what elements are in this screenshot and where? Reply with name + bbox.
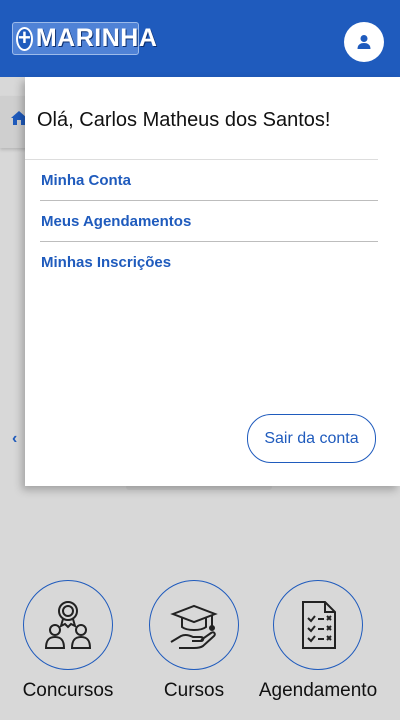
greeting: Olá, Carlos Matheus dos Santos! xyxy=(37,109,331,132)
menu-item-minha-conta[interactable]: Minha Conta xyxy=(40,160,378,201)
menu-item-minhas-inscricoes[interactable]: Minhas Inscrições xyxy=(40,242,378,283)
graduation-cap-hand-icon xyxy=(170,604,218,649)
shortcut-agendamento-label: Agendamento xyxy=(258,680,378,701)
shortcut-concursos-label: Concursos xyxy=(22,680,114,701)
contest-award-icon xyxy=(44,601,92,649)
marinha-logo[interactable]: + MARINHA xyxy=(12,22,157,55)
user-name: Carlos Matheus dos Santos! xyxy=(79,109,331,131)
user-dropdown-panel: Olá, Carlos Matheus dos Santos! Minha Co… xyxy=(25,77,400,486)
logout-button[interactable]: Sair da conta xyxy=(247,414,376,463)
chevron-left-icon[interactable]: ‹ xyxy=(12,430,17,448)
logo-text: MARINHA xyxy=(35,24,158,52)
shortcut-bar: Concursos Cursos Agendamento xyxy=(0,580,400,720)
logo-plus-icon: + xyxy=(16,24,33,51)
user-menu-button[interactable] xyxy=(344,22,384,62)
account-menu: Minha Conta Meus Agendamentos Minhas Ins… xyxy=(40,160,378,283)
greeting-prefix: Olá, xyxy=(37,109,74,131)
user-icon xyxy=(357,35,371,49)
shortcut-concursos[interactable]: Concursos xyxy=(3,580,133,702)
shortcut-cursos[interactable]: Cursos xyxy=(129,580,259,702)
menu-item-meus-agendamentos[interactable]: Meus Agendamentos xyxy=(40,201,378,242)
checklist-document-icon xyxy=(302,601,336,649)
top-bar: + MARINHA xyxy=(0,0,400,77)
shortcut-agendamento[interactable]: Agendamento xyxy=(253,580,383,702)
shortcut-cursos-label: Cursos xyxy=(163,680,225,701)
shortcut-agendamento-circle[interactable] xyxy=(273,580,363,670)
shortcut-cursos-circle[interactable] xyxy=(149,580,239,670)
shortcut-concursos-circle[interactable] xyxy=(23,580,113,670)
